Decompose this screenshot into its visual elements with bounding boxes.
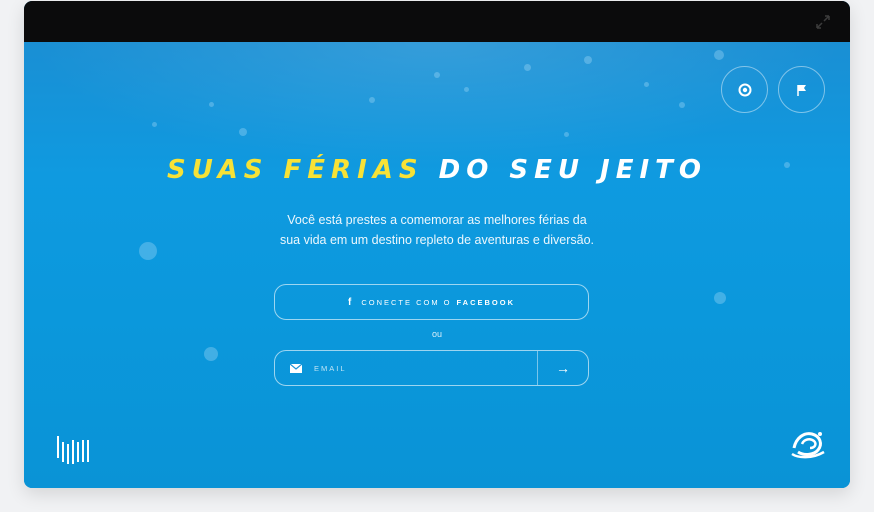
submit-arrow-button[interactable]: → xyxy=(537,351,588,385)
bubble xyxy=(152,122,157,127)
bubble xyxy=(584,56,592,64)
hero-section: SUAS FÉRIAS DO SEU JEITO Você está prest… xyxy=(24,42,850,488)
hero-subtitle: Você está prestes a comemorar as melhore… xyxy=(264,210,610,250)
flag-button[interactable] xyxy=(778,66,825,113)
help-button[interactable] xyxy=(721,66,768,113)
facebook-icon: f xyxy=(347,296,352,308)
facebook-label: CONECTE COM O xyxy=(361,297,452,307)
bubble xyxy=(679,102,685,108)
lifebuoy-icon xyxy=(738,83,751,96)
facebook-connect-button[interactable]: f CONECTE COM O FACEBOOK xyxy=(274,284,589,320)
bubble xyxy=(239,128,247,136)
bubble xyxy=(564,132,569,137)
bubble xyxy=(204,347,218,361)
bubble xyxy=(464,87,469,92)
headline-rest: DO SEU JEITO xyxy=(438,155,708,185)
expand-icon[interactable] xyxy=(816,15,830,29)
bubble xyxy=(644,82,649,87)
bubble xyxy=(139,242,157,260)
bubble xyxy=(209,102,214,107)
bubble xyxy=(434,72,440,78)
barcode-logo xyxy=(57,436,89,464)
bubble xyxy=(714,292,726,304)
email-input[interactable] xyxy=(302,351,537,385)
subtitle-line: Você está prestes a comemorar as melhore… xyxy=(287,213,587,227)
headline-highlight: SUAS FÉRIAS xyxy=(166,155,424,185)
facebook-brand: FACEBOOK xyxy=(456,297,516,307)
or-divider: ou xyxy=(431,329,442,339)
bubble xyxy=(714,50,724,60)
flag-icon xyxy=(796,84,806,96)
email-form: → xyxy=(274,350,589,386)
bubble xyxy=(524,64,531,71)
subtitle-line: sua vida em um destino repleto de aventu… xyxy=(279,233,595,247)
bubble xyxy=(369,97,375,103)
hero-headline: SUAS FÉRIAS DO SEU JEITO xyxy=(24,155,850,185)
title-bar xyxy=(24,1,850,42)
wave-logo xyxy=(791,432,825,459)
app-window: SUAS FÉRIAS DO SEU JEITO Você está prest… xyxy=(24,1,850,488)
envelope-icon xyxy=(290,363,302,373)
